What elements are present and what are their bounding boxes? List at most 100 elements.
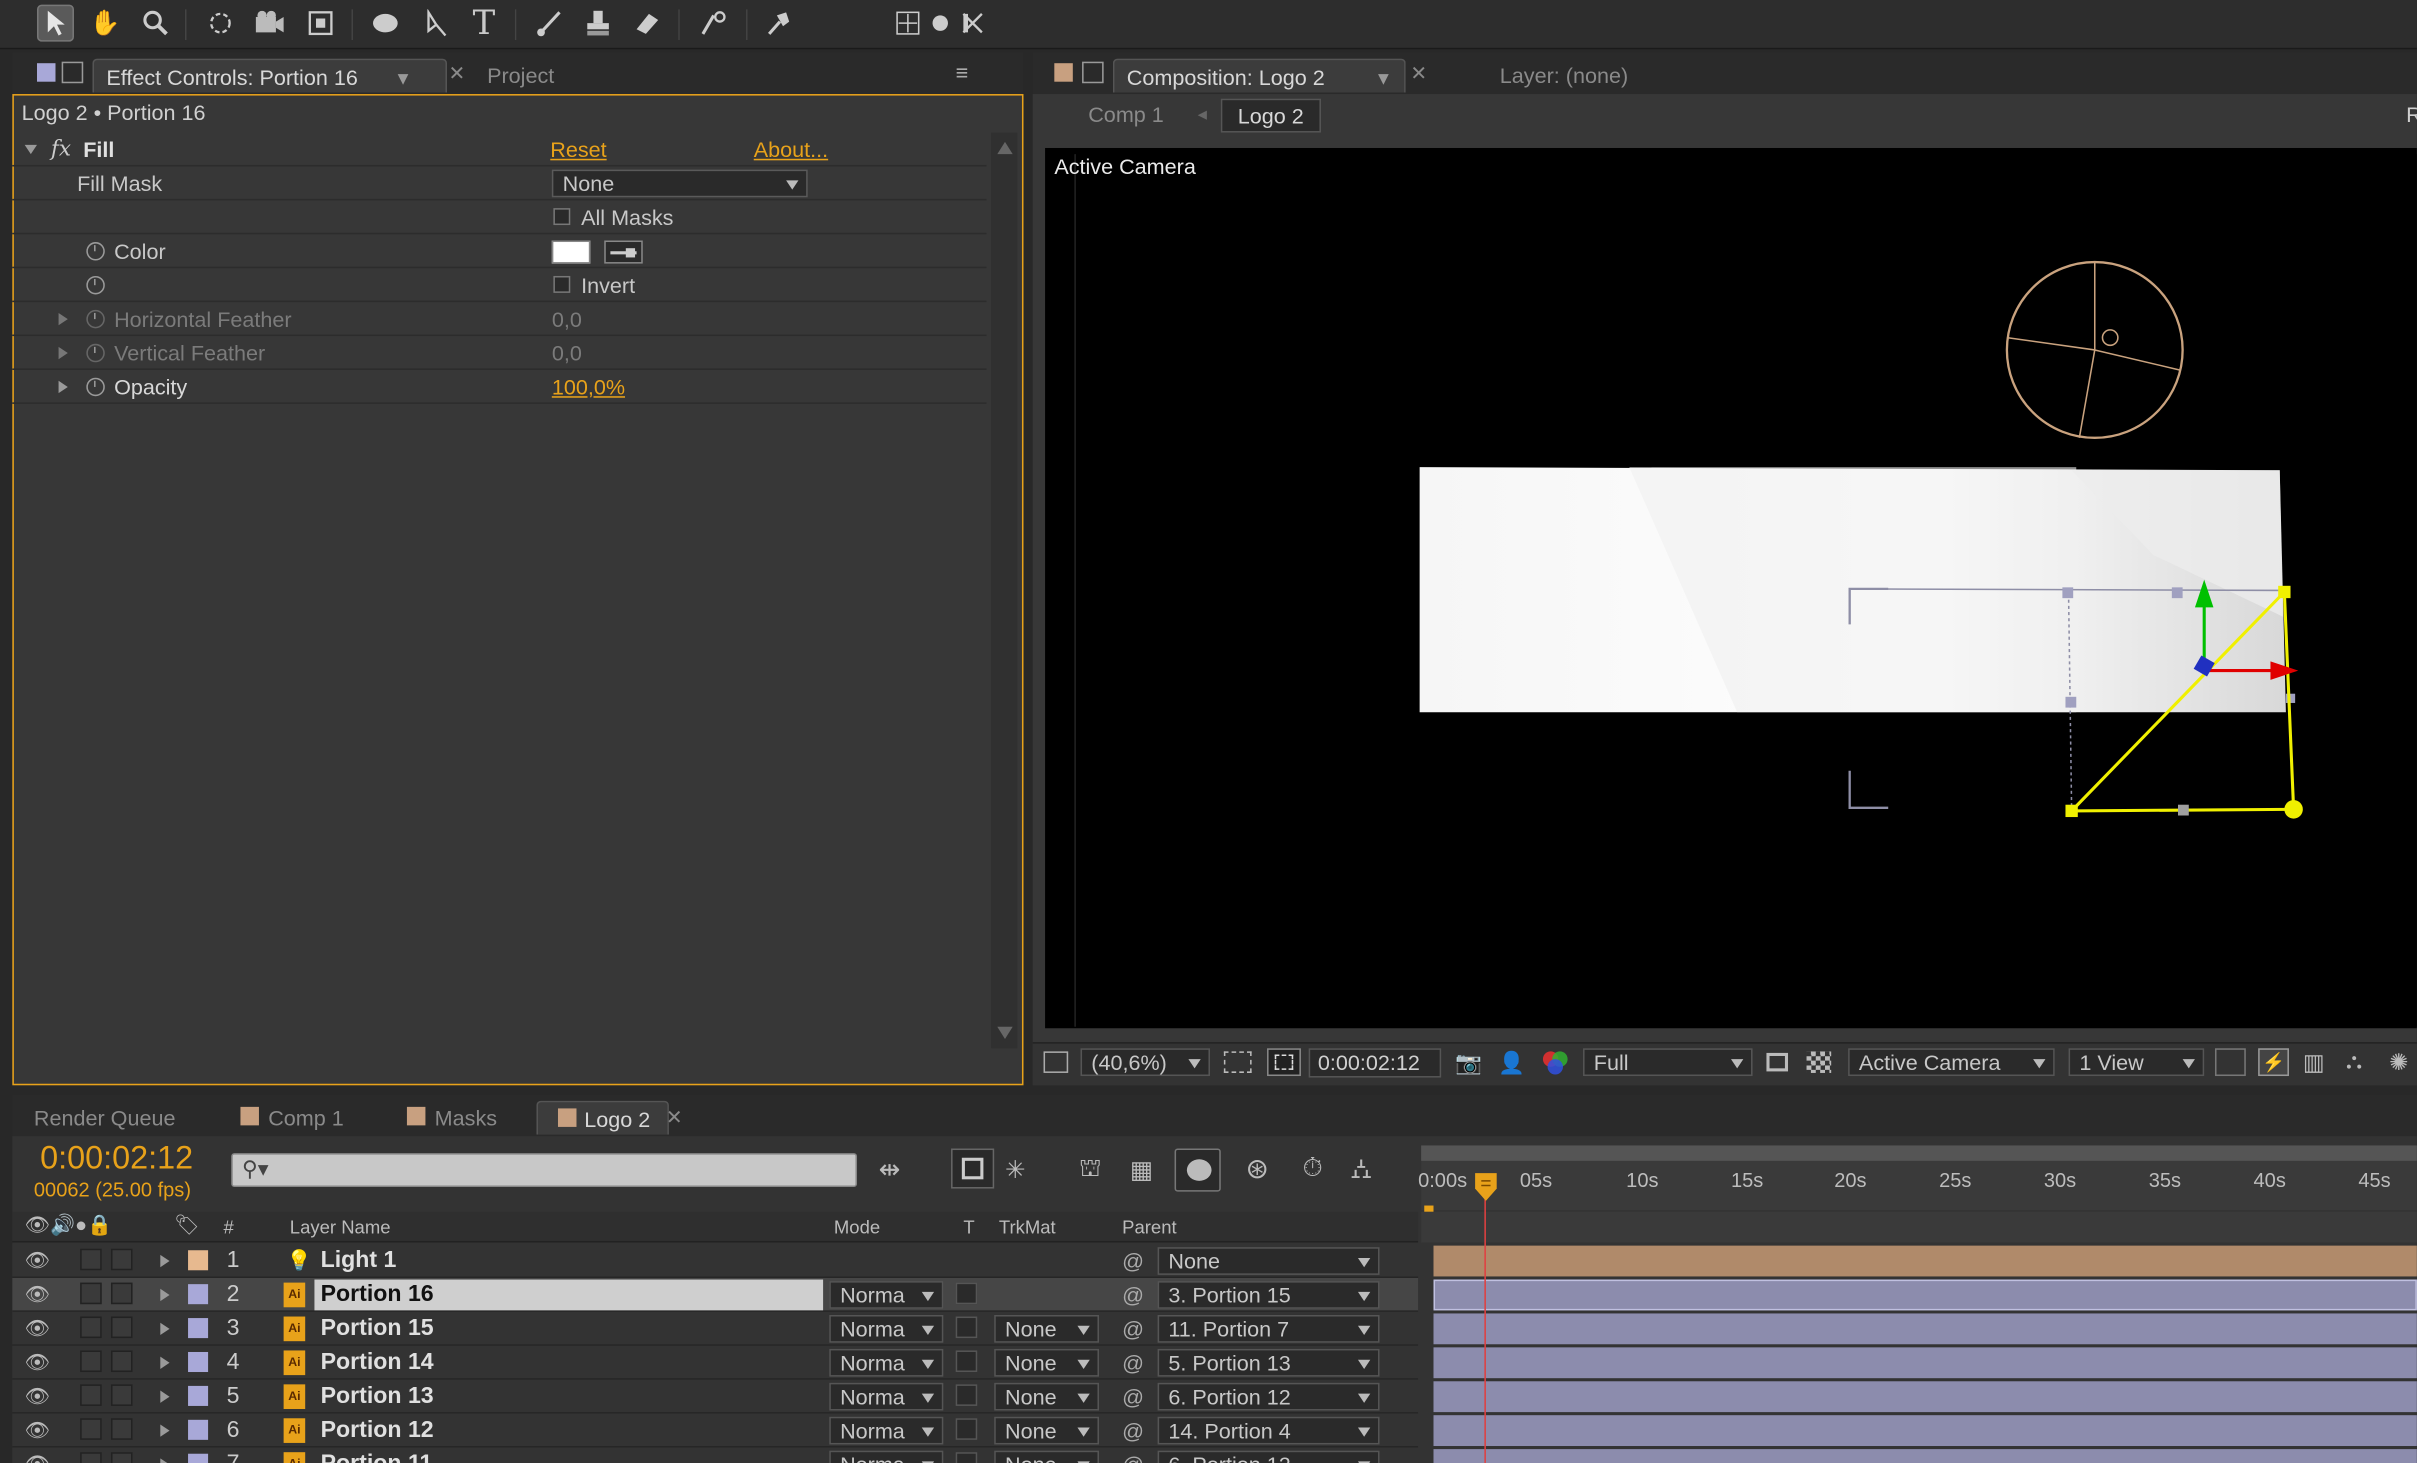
lock-switch[interactable]: [110, 1384, 133, 1406]
v-feather-value[interactable]: 0,0: [552, 336, 582, 370]
brainstorm-icon[interactable]: [1174, 1148, 1221, 1192]
preserve-transparency-switch[interactable]: [955, 1282, 978, 1305]
label-color-swatch[interactable]: [188, 1419, 209, 1440]
expand-arrow-icon[interactable]: [160, 1424, 170, 1437]
always-preview-icon[interactable]: [1043, 1051, 1069, 1073]
all-masks-checkbox[interactable]: [553, 208, 571, 226]
blend-mode-select[interactable]: Norma: [829, 1416, 944, 1445]
av-features-icon[interactable]: 👁🔊●🔒: [25, 1213, 112, 1238]
column-mode[interactable]: Mode: [834, 1216, 880, 1238]
pen-tool-icon[interactable]: [418, 5, 455, 42]
flowchart-icon[interactable]: ⛬: [2346, 1048, 2362, 1074]
opacity-value[interactable]: 100,0%: [552, 370, 625, 404]
lock-switch[interactable]: [110, 1282, 133, 1305]
timeline-timecode[interactable]: 0:00:02:12: [40, 1141, 193, 1178]
eye-icon[interactable]: 👁: [25, 1448, 50, 1463]
ellipse-tool-icon[interactable]: [367, 5, 404, 42]
auto-keyframe-icon[interactable]: ⊛: [1245, 1153, 1268, 1185]
lock-icon[interactable]: [1082, 61, 1104, 84]
label-color-swatch[interactable]: [188, 1351, 209, 1373]
expand-arrow-icon[interactable]: [160, 1458, 170, 1463]
lock-switch[interactable]: [110, 1248, 133, 1271]
effect-row-fill[interactable]: fx Fill Reset About...: [12, 133, 987, 167]
eraser-icon[interactable]: [629, 5, 666, 42]
layer-duration-bar[interactable]: [1433, 1415, 2417, 1447]
clone-stamp-icon[interactable]: [580, 5, 617, 42]
label-color-swatch[interactable]: [188, 1250, 209, 1271]
tab-composition[interactable]: Composition: Logo 2 ▾: [1112, 58, 1406, 93]
eye-icon[interactable]: 👁: [25, 1278, 50, 1312]
expand-arrow-icon[interactable]: [160, 1356, 170, 1369]
type-tool-icon[interactable]: T: [466, 4, 503, 43]
table-row[interactable]: 👁 4 Ai Portion 14 Norma None @5. Portion 13: [12, 1345, 1419, 1380]
blend-mode-select[interactable]: Norma: [829, 1314, 944, 1343]
parent-select[interactable]: 6. Portion 12: [1157, 1382, 1380, 1411]
column-parent[interactable]: Parent: [1122, 1216, 1177, 1238]
pick-whip-icon[interactable]: @: [1122, 1380, 1144, 1414]
tab-effect-controls[interactable]: Effect Controls: Portion 16 ▾: [92, 58, 448, 93]
expand-arrow-icon[interactable]: [160, 1390, 170, 1403]
solo-switch[interactable]: [80, 1248, 102, 1271]
selection-tool-icon[interactable]: [36, 4, 74, 42]
tab-masks[interactable]: Masks: [422, 1101, 509, 1135]
timeline-icon[interactable]: ▥: [2303, 1048, 2325, 1076]
rotate-tool-icon[interactable]: [202, 5, 239, 42]
table-row[interactable]: 👁 7 Ai Portion 11 Norma None @6. Portion 12: [12, 1447, 1419, 1463]
motion-blur-icon[interactable]: ▦: [1130, 1155, 1153, 1186]
column-layer-name[interactable]: Layer Name: [290, 1216, 391, 1238]
reset-link[interactable]: Reset: [550, 133, 606, 167]
brush-tool-icon[interactable]: [530, 5, 567, 42]
layer-name[interactable]: Portion 15: [321, 1312, 434, 1346]
safe-zones-icon[interactable]: [1223, 1051, 1252, 1073]
tab-logo-2[interactable]: Logo 2: [536, 1100, 669, 1135]
lock-switch[interactable]: [110, 1418, 133, 1440]
pick-whip-icon[interactable]: @: [1122, 1278, 1144, 1312]
eye-icon[interactable]: 👁: [25, 1346, 50, 1380]
solo-switch[interactable]: [80, 1418, 102, 1440]
parent-select[interactable]: 3. Portion 15: [1157, 1281, 1380, 1309]
label-color-swatch[interactable]: [188, 1453, 209, 1463]
eye-icon[interactable]: 👁: [25, 1244, 50, 1278]
solo-switch[interactable]: [80, 1316, 102, 1339]
axis-view-icon[interactable]: [954, 5, 991, 42]
graph-editor-icon[interactable]: ⛼: [1350, 1153, 1372, 1190]
layer-name[interactable]: Portion 16: [321, 1278, 434, 1312]
close-tab-icon[interactable]: ✕: [449, 62, 466, 87]
layer-duration-bar[interactable]: [1433, 1449, 2417, 1463]
reset-exposure-icon[interactable]: ✺: [2389, 1048, 2408, 1076]
solo-switch[interactable]: [80, 1282, 102, 1305]
puppet-pin-icon[interactable]: [760, 5, 797, 42]
parent-select[interactable]: None: [1157, 1247, 1380, 1275]
pick-whip-icon[interactable]: @: [1122, 1414, 1144, 1448]
mask-visibility-icon[interactable]: [1267, 1048, 1301, 1077]
preserve-transparency-switch[interactable]: [955, 1418, 978, 1440]
h-feather-value[interactable]: 0,0: [552, 302, 582, 336]
layer-search-input[interactable]: ⚲▾: [231, 1153, 858, 1188]
layer-duration-bar[interactable]: [1433, 1313, 2417, 1345]
effect-panel-scrollbar[interactable]: [991, 132, 1018, 1049]
expand-arrow-icon[interactable]: [160, 1288, 170, 1302]
viewer-graphics[interactable]: [1074, 154, 2417, 1027]
blend-mode-select[interactable]: Norma: [829, 1348, 944, 1377]
column-hash[interactable]: #: [224, 1216, 234, 1238]
preserve-transparency-switch[interactable]: [955, 1350, 978, 1373]
close-tab-icon[interactable]: ✕: [1410, 62, 1427, 87]
lock-switch[interactable]: [110, 1452, 133, 1463]
track-matte-select[interactable]: None: [994, 1416, 1100, 1445]
expand-arrow-icon[interactable]: [58, 380, 68, 394]
zoom-tool-icon[interactable]: [137, 5, 174, 42]
timeline-nav-area[interactable]: [1421, 1211, 2417, 1243]
blend-mode-select[interactable]: Norma: [829, 1382, 944, 1411]
lock-icon[interactable]: [61, 61, 84, 84]
parent-select[interactable]: 11. Portion 7: [1157, 1314, 1380, 1343]
close-tab-icon[interactable]: ✕: [666, 1105, 683, 1130]
region-of-interest-icon[interactable]: [1766, 1052, 1789, 1072]
layer-name[interactable]: Light 1: [321, 1244, 397, 1278]
fill-mask-select[interactable]: None: [551, 169, 808, 198]
layer-duration-bar[interactable]: [1433, 1279, 2417, 1311]
expand-arrow-icon[interactable]: [58, 312, 68, 326]
preserve-transparency-switch[interactable]: [955, 1384, 978, 1406]
pick-whip-icon[interactable]: @: [1122, 1448, 1144, 1463]
scroll-up-icon[interactable]: [997, 141, 1013, 155]
table-row[interactable]: 👁 6 Ai Portion 12 Norma None @14. Portion 4: [12, 1413, 1419, 1448]
